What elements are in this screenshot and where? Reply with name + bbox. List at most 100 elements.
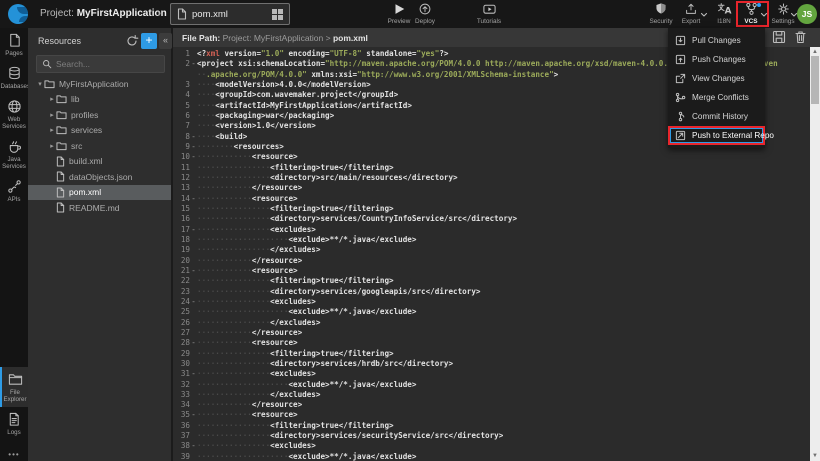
code-line-28[interactable]: 28-············<resource> <box>173 338 810 348</box>
code-text: ····<version>1.0</version> <box>197 121 316 130</box>
tutorials-button[interactable]: Tutorials <box>469 2 509 25</box>
code-line-29[interactable]: 29················<filtering>true</filte… <box>173 349 810 359</box>
folder-icon <box>56 125 67 135</box>
fold-marker[interactable]: - <box>190 297 197 307</box>
code-line-39[interactable]: 39····················<exclude>**/*.java… <box>173 452 810 461</box>
split-view-icon[interactable] <box>272 9 283 20</box>
code-line-32[interactable]: 32····················<exclude>**/*.java… <box>173 380 810 390</box>
fold-marker[interactable]: - <box>190 266 197 276</box>
trash-icon[interactable] <box>794 30 807 44</box>
sidebar-item-javaservices[interactable]: Java Services <box>0 134 28 174</box>
chevron-down-icon[interactable]: ▾ <box>36 80 44 88</box>
code-line-20[interactable]: 20············</resource> <box>173 256 810 266</box>
code-line-14[interactable]: 14-············<resource> <box>173 194 810 204</box>
tree-item-lib[interactable]: ▸lib <box>28 92 171 108</box>
sidebar-item-logs[interactable]: Logs <box>0 407 28 440</box>
sidebar-item-webservices[interactable]: Web Services <box>0 94 28 134</box>
fold-marker[interactable]: - <box>190 152 197 162</box>
fold-marker[interactable]: - <box>190 142 197 152</box>
chevron-right-icon[interactable]: ▸ <box>48 95 56 103</box>
code-line-21[interactable]: 21-············<resource> <box>173 266 810 276</box>
left-rail: PagesDatabasesWeb ServicesJava ServicesA… <box>0 28 28 461</box>
code-text: ················</excludes> <box>197 318 320 327</box>
code-line-27[interactable]: 27············</resource> <box>173 328 810 338</box>
fold-marker[interactable]: - <box>190 59 197 69</box>
tab-pom-xml[interactable]: pom.xml <box>170 3 290 25</box>
editor-scrollbar[interactable]: ▲ ▼ <box>810 47 820 461</box>
fold-marker[interactable]: - <box>190 441 197 451</box>
sidebar-item-pages[interactable]: Pages <box>0 28 28 61</box>
wavemaker-logo-icon[interactable] <box>8 4 28 24</box>
tree-item-src[interactable]: ▸src <box>28 138 171 154</box>
chevron-right-icon[interactable]: ▸ <box>48 111 56 119</box>
scrollbar-thumb[interactable] <box>811 56 819 104</box>
fold-marker[interactable]: - <box>190 338 197 348</box>
code-line-23[interactable]: 23················<directory>services/go… <box>173 287 810 297</box>
chevron-right-icon[interactable]: ▸ <box>48 126 56 134</box>
code-line-17[interactable]: 17-················<excludes> <box>173 225 810 235</box>
fold-marker[interactable]: - <box>190 132 197 142</box>
code-line-36[interactable]: 36················<filtering>true</filte… <box>173 421 810 431</box>
menu-item-commit-history[interactable]: Commit History <box>668 107 765 126</box>
code-line-13[interactable]: 13············</resource> <box>173 183 810 193</box>
line-number: 13 <box>173 183 190 193</box>
code-text: ················<filtering>true</filteri… <box>197 421 394 430</box>
save-icon[interactable] <box>772 30 786 44</box>
code-line-34[interactable]: 34············</resource> <box>173 400 810 410</box>
scroll-up-arrow[interactable]: ▲ <box>810 49 820 55</box>
code-line-25[interactable]: 25····················<exclude>**/*.java… <box>173 307 810 317</box>
chevron-right-icon[interactable]: ▸ <box>48 142 56 150</box>
code-line-11[interactable]: 11················<filtering>true</filte… <box>173 163 810 173</box>
menu-item-pull-changes[interactable]: Pull Changes <box>668 31 765 50</box>
search-input[interactable] <box>56 59 156 69</box>
sidebar-item-fileexplorer[interactable]: File Explorer <box>0 367 28 407</box>
code-line-24[interactable]: 24-················<excludes> <box>173 297 810 307</box>
sidebar-more-button[interactable]: ••• <box>0 450 28 459</box>
sidebar-item-databases[interactable]: Databases <box>0 61 28 94</box>
user-avatar[interactable]: JS <box>797 4 817 24</box>
tree-item-pom-xml[interactable]: pom.xml <box>28 185 171 201</box>
code-line-37[interactable]: 37················<directory>services/se… <box>173 431 810 441</box>
tree-item-services[interactable]: ▸services <box>28 123 171 139</box>
line-number: 11 <box>173 163 190 173</box>
code-text: ················<directory>services/Coun… <box>197 214 517 223</box>
code-line-10[interactable]: 10-············<resource> <box>173 152 810 162</box>
chevron-right-icon: › <box>157 6 161 20</box>
menu-item-view-changes[interactable]: View Changes <box>668 69 765 88</box>
line-number: 25 <box>173 307 190 317</box>
tree-item-dataobjects-json[interactable]: dataObjects.json <box>28 169 171 185</box>
code-line-22[interactable]: 22················<filtering>true</filte… <box>173 276 810 286</box>
code-line-26[interactable]: 26 ················</excludes> <box>173 318 810 328</box>
fold-marker[interactable]: - <box>190 225 197 235</box>
code-text: ················<filtering>true</filteri… <box>197 349 394 358</box>
menu-item-push-changes[interactable]: Push Changes <box>668 50 765 69</box>
tree-item-myfirstapplication[interactable]: ▾MyFirstApplication <box>28 76 171 92</box>
add-resource-button[interactable]: + <box>141 33 157 49</box>
code-line-15[interactable]: 15················<filtering>true</filte… <box>173 204 810 214</box>
tree-item-profiles[interactable]: ▸profiles <box>28 107 171 123</box>
line-number: 26 <box>173 318 190 328</box>
code-line-38[interactable]: 38-················<excludes> <box>173 441 810 451</box>
fold-marker[interactable]: - <box>190 410 197 420</box>
scroll-down-arrow[interactable]: ▼ <box>810 453 820 459</box>
fold-marker[interactable]: - <box>190 194 197 204</box>
code-line-12[interactable]: 12················<directory>src/main/re… <box>173 173 810 183</box>
menu-item-label: Push to External Repo <box>692 131 774 140</box>
refresh-icon[interactable] <box>125 34 139 48</box>
code-line-18[interactable]: 18····················<exclude>**/*.java… <box>173 235 810 245</box>
code-text: ················<directory>src/main/reso… <box>197 173 458 182</box>
menu-item-push-to-external-repo[interactable]: Push to External Repo <box>668 126 765 145</box>
deploy-button[interactable]: Deploy <box>405 2 445 25</box>
code-line-31[interactable]: 31-················<excludes> <box>173 369 810 379</box>
collapse-panel-button[interactable]: « <box>159 33 172 49</box>
tree-item-readme-md[interactable]: README.md <box>28 200 171 216</box>
menu-item-merge-conflicts[interactable]: Merge Conflicts <box>668 88 765 107</box>
code-line-35[interactable]: 35-············<resource> <box>173 410 810 420</box>
code-line-16[interactable]: 16················<directory>services/Co… <box>173 214 810 224</box>
code-line-33[interactable]: 33················</excludes> <box>173 390 810 400</box>
fold-marker[interactable]: - <box>190 369 197 379</box>
sidebar-item-apis[interactable]: APIs <box>0 174 28 207</box>
code-line-19[interactable]: 19················</excludes> <box>173 245 810 255</box>
tree-item-build-xml[interactable]: build.xml <box>28 154 171 170</box>
code-line-30[interactable]: 30················<directory>services/hr… <box>173 359 810 369</box>
